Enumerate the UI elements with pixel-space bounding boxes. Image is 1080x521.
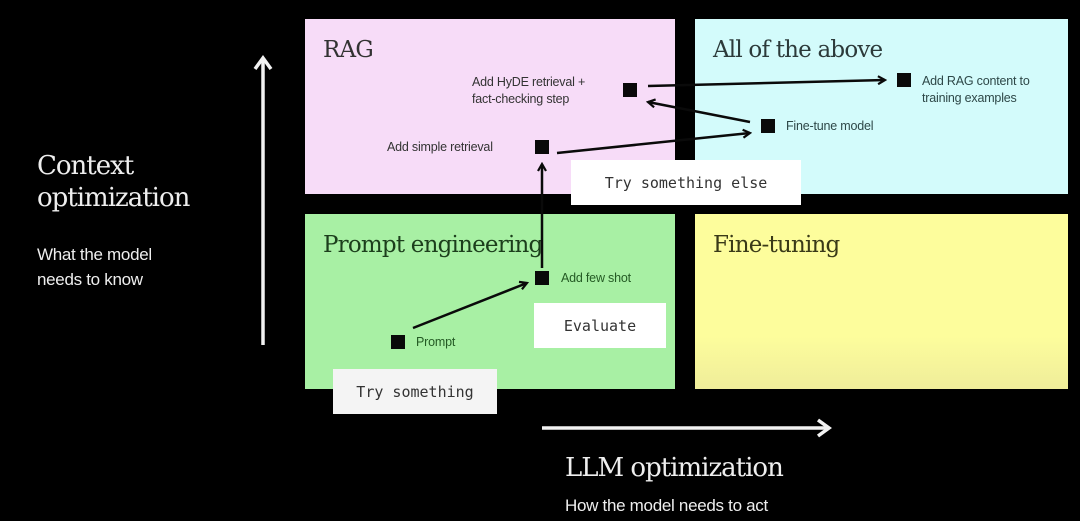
y-axis-title: Context optimization <box>37 150 190 214</box>
node-simple-retrieval-label: Add simple retrieval <box>387 140 493 154</box>
node-hyde-marker <box>623 83 637 97</box>
node-prompt-label: Prompt <box>416 335 456 349</box>
node-simple-retrieval-marker <box>535 140 549 154</box>
x-axis-title: LLM optimization <box>565 453 784 483</box>
step-try-something: Try something <box>333 369 497 414</box>
node-prompt-marker <box>391 335 405 349</box>
y-axis-title-line1: Context <box>37 151 134 181</box>
step-evaluate: Evaluate <box>534 303 666 348</box>
quadrant-title-prompt: Prompt engineering <box>323 232 543 258</box>
node-hyde-label-line2: fact-checking step <box>472 92 570 106</box>
x-axis-subtitle: How the model needs to act <box>565 496 768 515</box>
y-axis-subtitle-line2: needs to know <box>37 270 143 289</box>
y-axis-subtitle: What the model needs to know <box>37 242 152 292</box>
quadrant-fine-tuning: Fine-tuning <box>695 214 1068 389</box>
node-hyde-label: Add HyDE retrieval + fact-checking step <box>472 74 585 108</box>
y-axis-title-line2: optimization <box>37 183 190 213</box>
quadrant-title-finetuning: Fine-tuning <box>713 232 840 258</box>
quadrant-title-rag: RAG <box>323 37 374 63</box>
node-rag-content-label-line2: training examples <box>922 91 1017 105</box>
node-fine-tune-label: Fine-tune model <box>786 119 874 133</box>
quadrant-prompt-engineering: Prompt engineering <box>305 214 675 389</box>
step-try-something-else: Try something else <box>571 160 801 205</box>
quadrant-title-all: All of the above <box>713 37 883 63</box>
node-hyde-label-line1: Add HyDE retrieval + <box>472 75 586 89</box>
node-rag-content-marker <box>897 73 911 87</box>
node-fine-tune-marker <box>761 119 775 133</box>
node-few-shot-marker <box>535 271 549 285</box>
node-few-shot-label: Add few shot <box>561 271 631 285</box>
y-axis-subtitle-line1: What the model <box>37 245 152 264</box>
node-rag-content-label: Add RAG content to training examples <box>922 73 1030 107</box>
node-rag-content-label-line1: Add RAG content to <box>922 74 1030 88</box>
